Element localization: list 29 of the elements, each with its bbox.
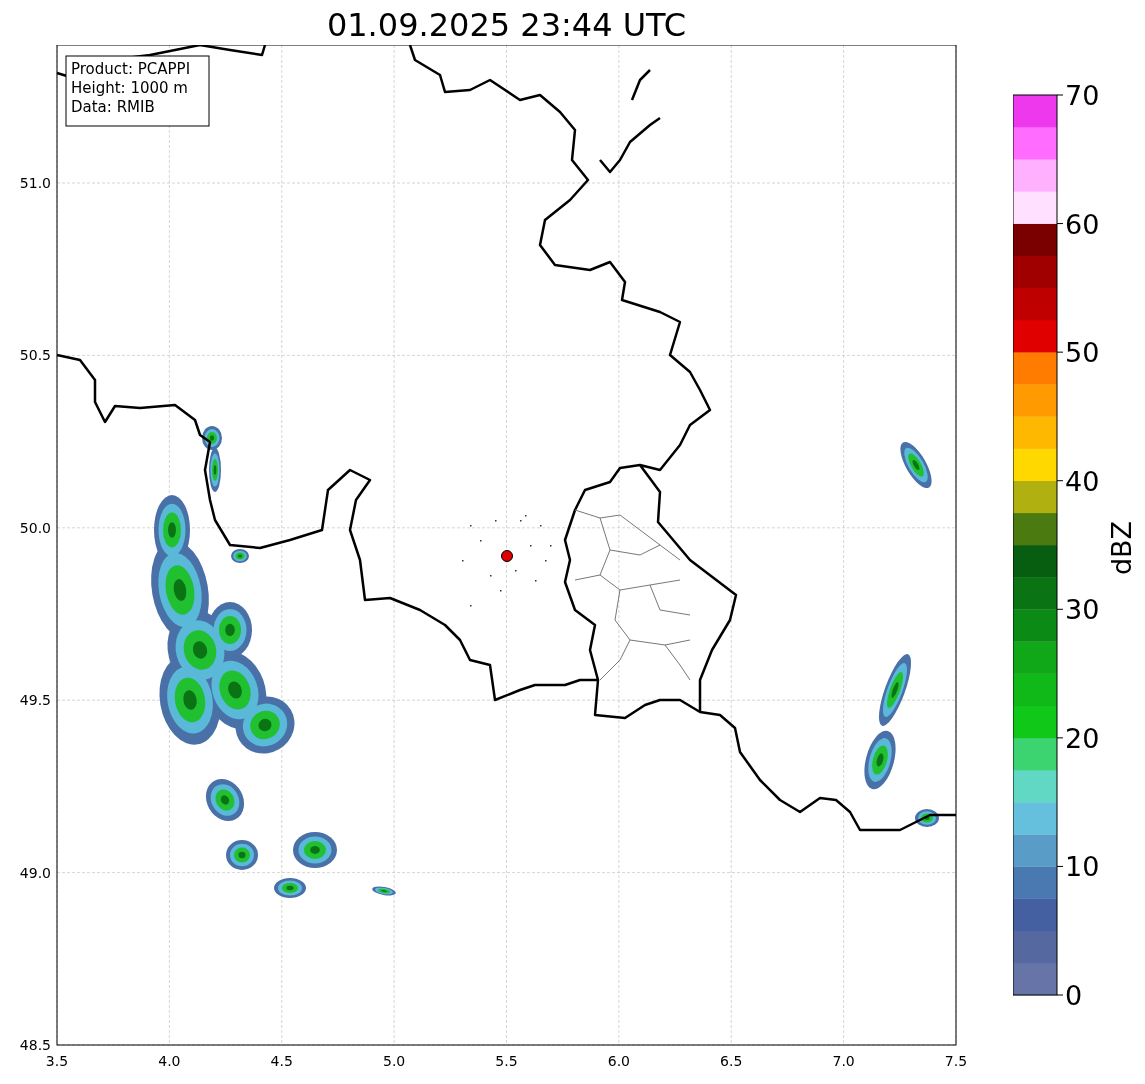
y-axis-tick-label: 50.0 (19, 519, 51, 536)
x-axis-tick-label: 6.0 (607, 1053, 630, 1069)
colorbar-tick-label: 30 (1065, 594, 1100, 626)
x-axis-tick-label: 4.0 (158, 1053, 181, 1069)
colorbar-tick-label: 0 (1065, 980, 1083, 1011)
info-text: Product: PCAPPI (71, 60, 191, 78)
info-text: Height: 1000 m (71, 79, 188, 97)
y-axis-tick-label: 49.0 (19, 864, 51, 881)
y-axis-tick-label: 50.5 (19, 347, 51, 364)
colorbar-tick-label: 20 (1065, 722, 1100, 754)
info-text: Data: RMIB (71, 98, 155, 116)
colorbar-tick-label: 70 (1065, 80, 1100, 111)
x-axis-tick-label: 3.5 (45, 1053, 69, 1069)
colorbar-tick-label: 40 (1065, 465, 1100, 497)
y-axis-tick-label: 48.5 (19, 1037, 51, 1053)
x-axis-tick-label: 4.5 (270, 1053, 293, 1069)
colorbar-label: dBZ (1106, 520, 1137, 576)
colorbar-tick-label: 50 (1065, 337, 1100, 369)
x-axis-tick-label: 5.0 (383, 1053, 406, 1069)
colorbar-tick-label: 60 (1065, 208, 1100, 240)
x-axis-tick-label: 6.5 (720, 1053, 743, 1069)
y-axis-tick-label: 51.0 (19, 175, 51, 191)
x-axis-tick-label: 7.0 (832, 1053, 855, 1069)
colorbar-tick-label: 10 (1065, 851, 1100, 883)
x-axis-tick-label: 5.5 (495, 1053, 518, 1069)
radar-site-marker (501, 550, 513, 562)
x-axis-tick-label: 7.5 (944, 1053, 968, 1069)
y-axis-tick-label: 49.5 (19, 692, 51, 709)
map-title: 01.09.2025 23:44 UTC (325, 5, 688, 45)
